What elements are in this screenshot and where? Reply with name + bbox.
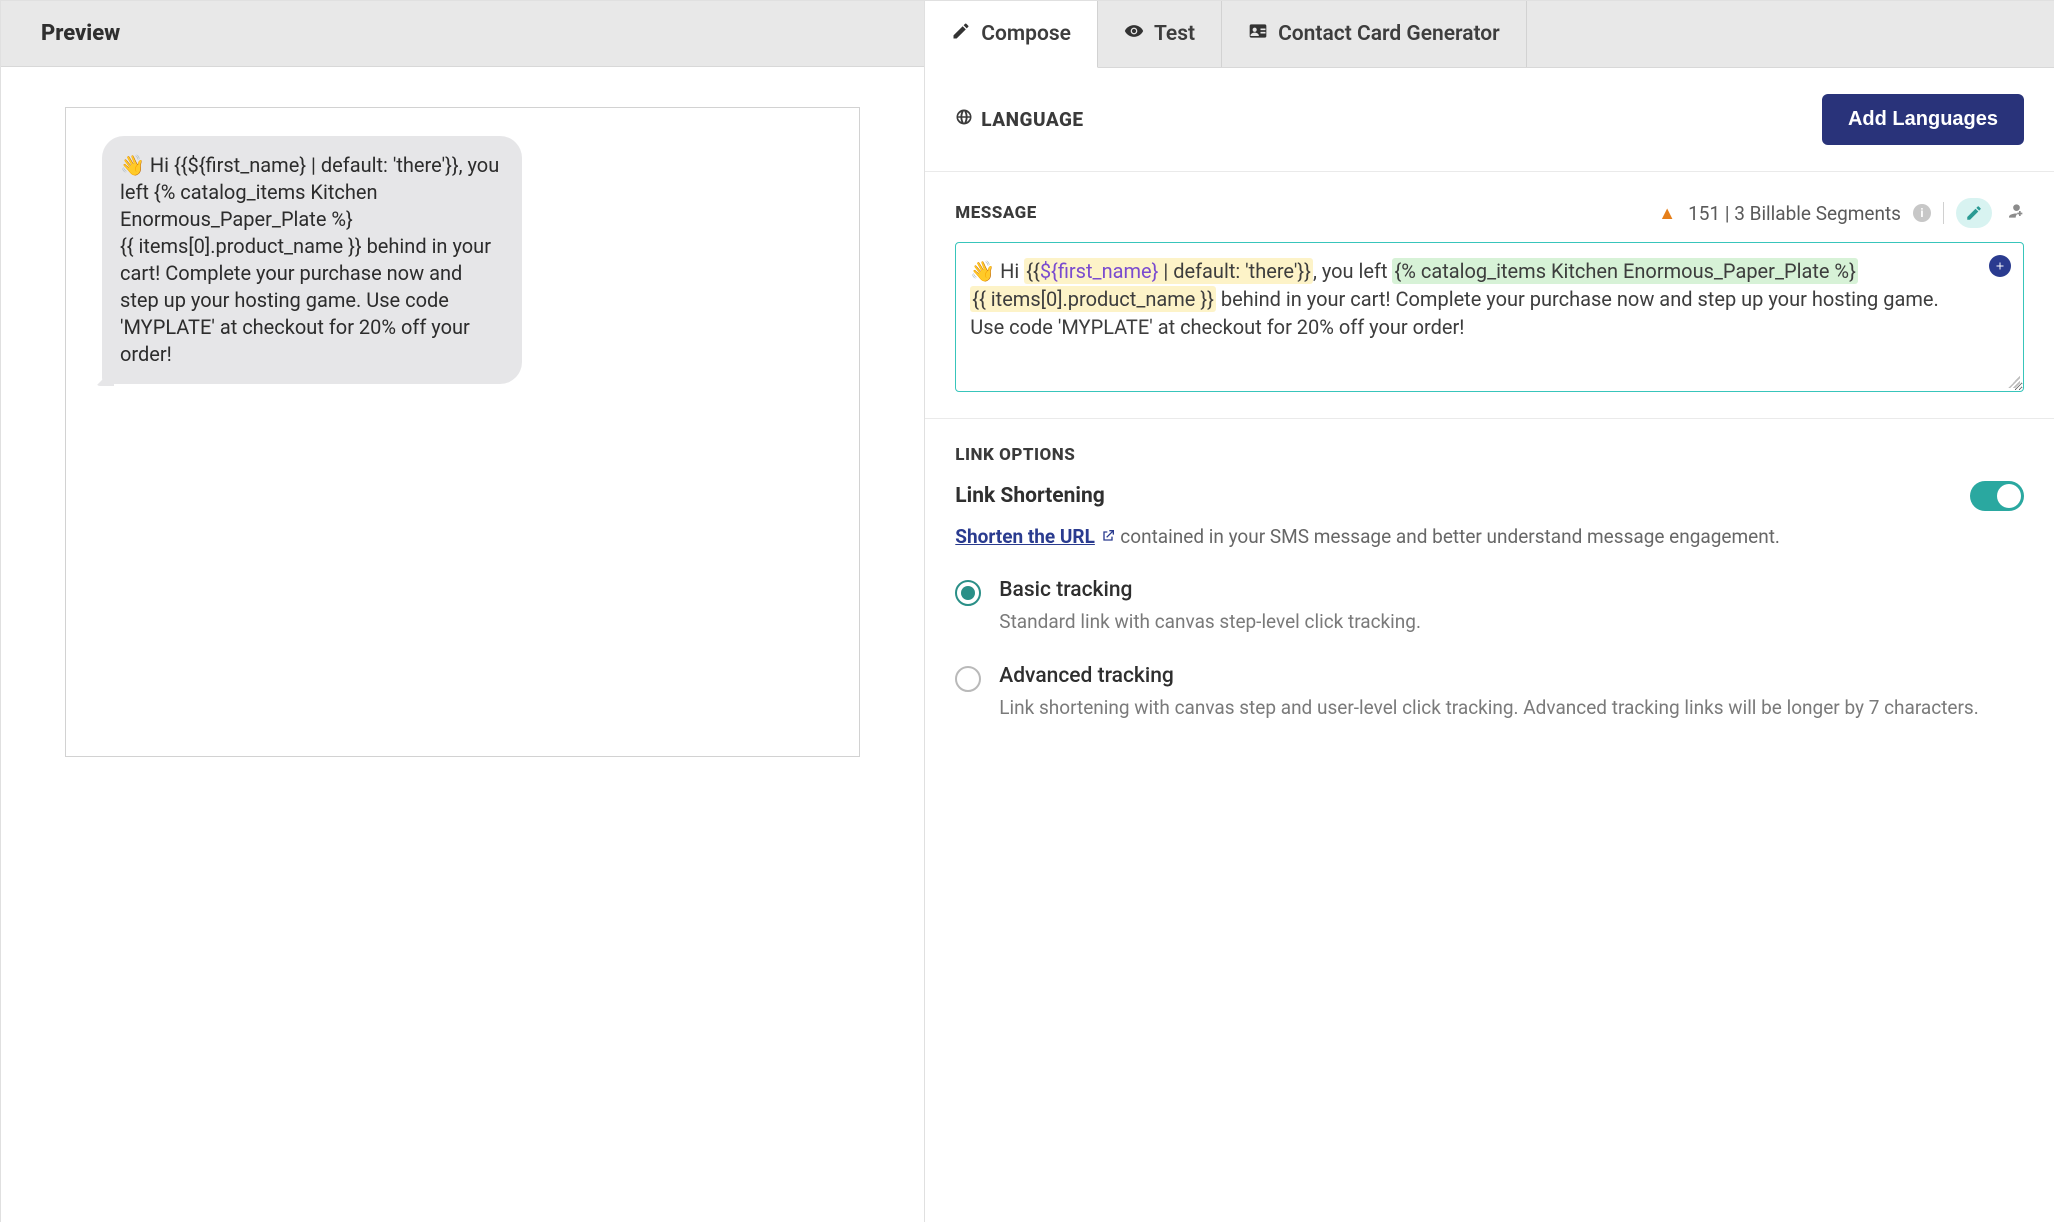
editor-after-name: , you left [1313, 259, 1393, 283]
token-product: {{ items[0].product_name }} [970, 286, 1216, 312]
tab-contact-label: Contact Card Generator [1278, 22, 1500, 46]
add-user-icon[interactable] [2004, 201, 2024, 226]
link-options-section: LINK OPTIONS Link Shortening Shorten the… [925, 419, 2054, 775]
id-card-icon [1248, 21, 1268, 47]
message-label: MESSAGE [955, 203, 1037, 223]
external-link-icon [1100, 524, 1116, 553]
editor-panel: Compose Test Contact Card Generator [924, 1, 2054, 1222]
link-shortening-toggle[interactable] [1970, 481, 2024, 511]
message-meta: ▲ 151 | 3 Billable Segments i [1658, 198, 2024, 228]
radio-basic-tracking[interactable] [955, 580, 981, 606]
info-icon[interactable]: i [1913, 204, 1931, 222]
tab-compose-label: Compose [981, 22, 1071, 46]
link-shortening-title: Link Shortening [955, 484, 1104, 508]
preview-panel: Preview 👋 Hi {{${first_name} | default: … [0, 1, 924, 1222]
link-shortening-desc: Shorten the URL contained in your SMS me… [955, 523, 2024, 552]
token-catalog: {% catalog_items Kitchen Enormous_Paper_… [1392, 258, 1857, 284]
editor-emoji: 👋 [970, 259, 995, 283]
radio-advanced-sub: Link shortening with canvas step and use… [999, 694, 1978, 722]
radio-advanced-tracking[interactable] [955, 666, 981, 692]
warning-icon: ▲ [1658, 203, 1676, 224]
add-languages-button[interactable]: Add Languages [1822, 94, 2024, 145]
segment-count: 151 | 3 Billable Segments [1688, 202, 1901, 225]
bubble-line1: Hi {{${first_name} | default: 'there'}},… [120, 153, 499, 231]
globe-icon [955, 108, 973, 131]
language-section: LANGUAGE Add Languages [925, 68, 2054, 172]
preview-device: 👋 Hi {{${first_name} | default: 'there'}… [65, 107, 860, 757]
sms-bubble: 👋 Hi {{${first_name} | default: 'there'}… [102, 136, 522, 384]
preview-header: Preview [1, 1, 924, 67]
shorten-url-link[interactable]: Shorten the URL [955, 525, 1095, 548]
pencil-icon [951, 21, 971, 47]
link-options-heading: LINK OPTIONS [955, 445, 2024, 465]
language-label: LANGUAGE [955, 108, 1083, 131]
divider [1943, 202, 1944, 224]
tab-bar: Compose Test Contact Card Generator [925, 1, 2054, 68]
radio-basic-label: Basic tracking [999, 578, 1421, 602]
insert-plus-button[interactable] [1989, 255, 2011, 277]
bubble-line2: {{ items[0].product_name }} behind in yo… [120, 234, 491, 366]
tab-test[interactable]: Test [1098, 1, 1222, 67]
radio-advanced-label: Advanced tracking [999, 664, 1978, 688]
eye-icon [1124, 21, 1144, 47]
tab-contact-card[interactable]: Contact Card Generator [1222, 1, 1527, 67]
personalize-button[interactable] [1956, 198, 1992, 228]
editor-hi: Hi [995, 259, 1024, 283]
message-section: MESSAGE ▲ 151 | 3 Billable Segments i [925, 172, 2054, 419]
radio-basic-sub: Standard link with canvas step-level cli… [999, 608, 1421, 636]
wave-emoji: 👋 [120, 153, 145, 177]
link-desc-after: contained in your SMS message and better… [1116, 525, 1780, 548]
message-editor[interactable]: 👋 Hi {{${first_name} | default: 'there'}… [955, 242, 2024, 392]
language-label-text: LANGUAGE [981, 108, 1083, 131]
tab-test-label: Test [1154, 22, 1195, 46]
token-firstname: {{${first_name} | default: 'there'}} [1024, 258, 1313, 284]
resize-handle[interactable] [2008, 376, 2020, 388]
preview-title: Preview [41, 21, 884, 46]
tab-compose[interactable]: Compose [925, 1, 1098, 68]
